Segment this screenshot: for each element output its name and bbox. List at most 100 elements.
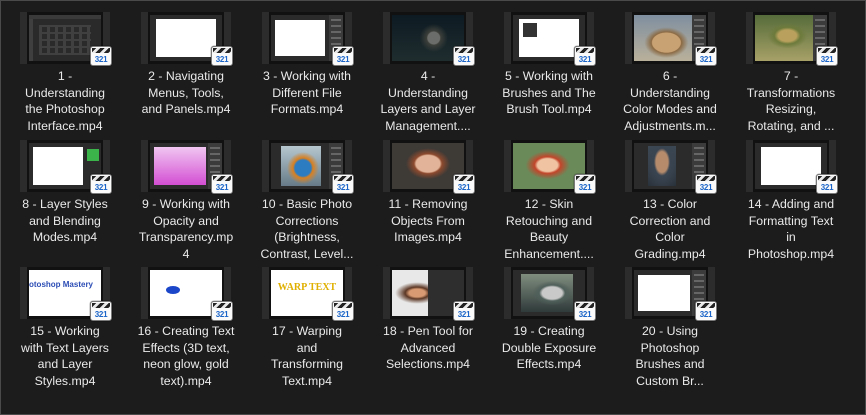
file-name-label: 6 - Understanding Color Modes and Adjust… [623, 69, 717, 133]
video-file-item[interactable]: 321 12 - Skin Retouching and Beauty Enhan… [491, 140, 607, 268]
file-name-label: 3 - Working with Different File Formats.… [263, 69, 351, 117]
file-name-label: 12 - Skin Retouching and Beauty Enhancem… [504, 197, 594, 261]
clapperboard-icon [818, 48, 836, 53]
badge-number: 321 [699, 55, 713, 64]
file-name-label: 1 - Understanding the Photoshop Interfac… [25, 69, 105, 133]
badge-number: 321 [215, 183, 229, 192]
video-file-item[interactable]: 321 4 - Understanding Layers and Layer Ma… [370, 12, 486, 140]
media-player-classic-icon: 321 [453, 174, 475, 194]
clapperboard-icon [455, 176, 473, 181]
file-name-label: 19 - Creating Double Exposure Effects.mp… [501, 324, 597, 372]
badge-number: 321 [94, 183, 108, 192]
video-file-item[interactable]: 321 11 - Removing Objects From Images.mp4 [370, 140, 486, 268]
file-name-label: 10 - Basic Photo Corrections (Brightness… [260, 197, 354, 261]
media-player-classic-icon: 321 [453, 46, 475, 66]
badge-number: 321 [215, 310, 229, 319]
media-player-classic-icon: 321 [211, 174, 233, 194]
media-player-classic-icon: 321 [695, 174, 717, 194]
badge-number: 321 [699, 310, 713, 319]
media-player-classic-icon: 321 [211, 301, 233, 321]
file-name-label: 4 - Understanding Layers and Layer Manag… [380, 69, 476, 133]
badge-number: 321 [457, 55, 471, 64]
badge-number: 321 [215, 55, 229, 64]
clapperboard-icon [213, 303, 231, 308]
clapperboard-icon [92, 176, 110, 181]
video-file-item[interactable]: 321 19 - Creating Double Exposure Effects… [491, 267, 607, 395]
media-player-classic-icon: 321 [90, 301, 112, 321]
clapperboard-icon [576, 48, 594, 53]
media-player-classic-icon: 321 [332, 174, 354, 194]
file-explorer-view: 321 1 - Understanding the Photoshop Inter… [0, 0, 866, 415]
badge-number: 321 [94, 310, 108, 319]
badge-number: 321 [94, 55, 108, 64]
badge-number: 321 [699, 183, 713, 192]
file-name-label: 7 - Transformations Resizing, Rotating, … [746, 69, 836, 133]
media-player-classic-icon: 321 [695, 301, 717, 321]
badge-number: 321 [820, 183, 834, 192]
badge-number: 321 [336, 183, 350, 192]
video-file-item[interactable]: 321 20 - Using Photoshop Brushes and Cust… [612, 267, 728, 395]
badge-number: 321 [457, 310, 471, 319]
file-name-label: 13 - Color Correction and Color Grading.… [629, 197, 711, 261]
file-name-label: 18 - Pen Tool for Advanced Selections.mp… [382, 324, 473, 372]
media-player-classic-icon: 321 [90, 174, 112, 194]
media-player-classic-icon: 321 [574, 46, 596, 66]
clapperboard-icon [455, 303, 473, 308]
video-file-item[interactable]: 321 1 - Understanding the Photoshop Inter… [7, 12, 123, 140]
clapperboard-icon [697, 303, 715, 308]
file-name-label: 8 - Layer Styles and Blending Modes.mp4 [22, 197, 108, 245]
file-name-label: 15 - Working with Text Layers and Layer … [21, 324, 109, 388]
clapperboard-icon [92, 303, 110, 308]
thumbnail-text: otoshop Mastery [29, 280, 94, 289]
file-name-label: 14 - Adding and Formatting Text in Photo… [747, 197, 835, 261]
file-name-label: 16 - Creating Text Effects (3D text, neo… [137, 324, 235, 388]
video-file-item[interactable]: 321 10 - Basic Photo Corrections (Brightn… [249, 140, 365, 268]
media-player-classic-icon: 321 [211, 46, 233, 66]
file-name-label: 20 - Using Photoshop Brushes and Custom … [635, 324, 705, 388]
media-player-classic-icon: 321 [574, 174, 596, 194]
file-name-label: 17 - Warping and Transforming Text.mp4 [271, 324, 343, 388]
clapperboard-icon [334, 303, 352, 308]
badge-number: 321 [457, 183, 471, 192]
clapperboard-icon [576, 303, 594, 308]
video-file-item[interactable]: 321 16 - Creating Text Effects (3D text, … [128, 267, 244, 395]
clapperboard-icon [213, 48, 231, 53]
media-player-classic-icon: 321 [332, 301, 354, 321]
video-file-item[interactable]: 321 13 - Color Correction and Color Gradi… [612, 140, 728, 268]
video-file-item[interactable]: 321 14 - Adding and Formatting Text in Ph… [733, 140, 849, 268]
badge-number: 321 [336, 55, 350, 64]
video-file-item[interactable]: 321 18 - Pen Tool for Advanced Selections… [370, 267, 486, 395]
video-file-item[interactable]: WARP TEXT 321 17 - Warping and Transformin… [249, 267, 365, 395]
video-file-item[interactable]: 321 7 - Transformations Resizing, Rotatin… [733, 12, 849, 140]
file-name-label: 2 - Navigating Menus, Tools, and Panels.… [141, 69, 231, 117]
media-player-classic-icon: 321 [574, 301, 596, 321]
video-file-item[interactable]: 321 5 - Working with Brushes and The Brus… [491, 12, 607, 140]
thumbnail-text: WARP TEXT [277, 282, 337, 293]
clapperboard-icon [455, 48, 473, 53]
clapperboard-icon [697, 48, 715, 53]
media-player-classic-icon: 321 [453, 301, 475, 321]
video-file-item[interactable]: 321 3 - Working with Different File Forma… [249, 12, 365, 140]
media-player-classic-icon: 321 [695, 46, 717, 66]
video-file-item[interactable]: otoshop Mastery 321 15 - Working with Text… [7, 267, 123, 395]
badge-number: 321 [578, 183, 592, 192]
clapperboard-icon [697, 176, 715, 181]
media-player-classic-icon: 321 [816, 46, 838, 66]
video-file-item[interactable]: 321 2 - Navigating Menus, Tools, and Pane… [128, 12, 244, 140]
file-name-label: 5 - Working with Brushes and The Brush T… [502, 69, 596, 117]
video-file-item[interactable]: 321 9 - Working with Opacity and Transpar… [128, 140, 244, 268]
video-file-item[interactable]: 321 8 - Layer Styles and Blending Modes.m… [7, 140, 123, 268]
badge-number: 321 [336, 310, 350, 319]
badge-number: 321 [820, 55, 834, 64]
media-player-classic-icon: 321 [816, 174, 838, 194]
clapperboard-icon [334, 48, 352, 53]
badge-number: 321 [578, 55, 592, 64]
video-file-item[interactable]: 321 6 - Understanding Color Modes and Adj… [612, 12, 728, 140]
clapperboard-icon [576, 176, 594, 181]
file-name-label: 9 - Working with Opacity and Transparenc… [138, 197, 234, 261]
media-player-classic-icon: 321 [90, 46, 112, 66]
clapperboard-icon [818, 176, 836, 181]
file-name-label: 11 - Removing Objects From Images.mp4 [388, 197, 468, 245]
badge-number: 321 [578, 310, 592, 319]
media-player-classic-icon: 321 [332, 46, 354, 66]
